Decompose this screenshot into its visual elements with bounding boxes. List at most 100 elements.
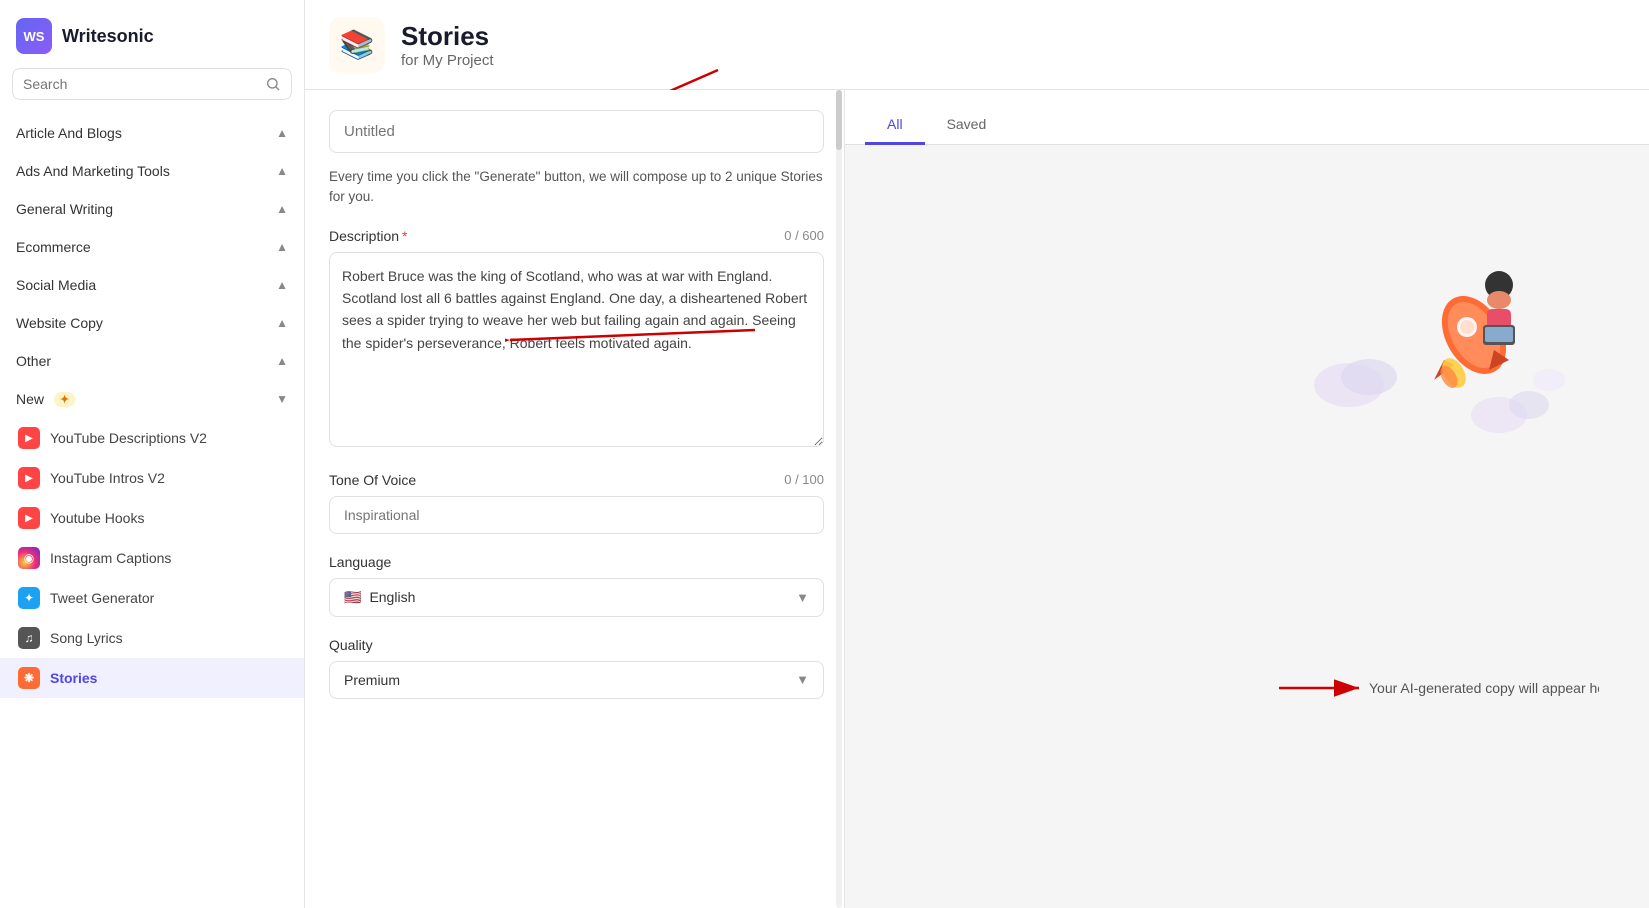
quality-label-row: Quality bbox=[329, 637, 824, 653]
nav-item-label: Stories bbox=[50, 670, 97, 686]
required-asterisk: * bbox=[402, 228, 407, 244]
tone-counter: 0 / 100 bbox=[784, 472, 824, 487]
category-label: Social Media bbox=[16, 277, 96, 293]
header-icon: 📚 bbox=[329, 17, 385, 73]
chevron-up-icon: ▲ bbox=[276, 278, 288, 292]
youtube-intros-icon: ▶ bbox=[18, 467, 40, 489]
chevron-up-icon: ▲ bbox=[276, 240, 288, 254]
language-field-group: Language 🇺🇸 English ▼ bbox=[329, 554, 824, 617]
search-input[interactable] bbox=[23, 76, 257, 92]
nav-item-label: YouTube Descriptions V2 bbox=[50, 430, 207, 446]
nav-item-label: Youtube Hooks bbox=[50, 510, 144, 526]
tabs-bar: All Saved bbox=[845, 90, 1649, 145]
language-select[interactable]: 🇺🇸 English ▼ bbox=[329, 578, 824, 617]
header-title-wrap: Stories for My Project bbox=[401, 21, 494, 69]
description-textarea[interactable]: Robert Bruce was the king of Scotland, w… bbox=[329, 252, 824, 447]
search-icon bbox=[265, 76, 281, 92]
main-area: 📚 Stories for My Project Every time you … bbox=[305, 0, 1649, 908]
sidebar: WS Writesonic Article And Blogs ▲ Ads An… bbox=[0, 0, 305, 908]
title-input[interactable] bbox=[329, 110, 824, 153]
rocket-illustration bbox=[1289, 205, 1569, 465]
category-label: Other bbox=[16, 353, 51, 369]
page-title: Stories bbox=[401, 21, 494, 52]
quality-field-group: Quality Premium ▼ bbox=[329, 637, 824, 699]
sidebar-item-general-writing[interactable]: General Writing ▲ bbox=[0, 190, 304, 228]
chevron-down-icon: ▼ bbox=[796, 672, 809, 687]
tab-all[interactable]: All bbox=[865, 106, 925, 145]
language-flag: 🇺🇸 bbox=[344, 589, 361, 606]
sidebar-item-stories[interactable]: ❋ Stories bbox=[0, 658, 304, 698]
category-label: Ads And Marketing Tools bbox=[16, 163, 170, 179]
song-lyrics-icon: ♫ bbox=[18, 627, 40, 649]
language-text: English bbox=[369, 589, 415, 605]
sidebar-item-new[interactable]: New ✦ ▼ bbox=[0, 380, 304, 418]
description-field-group: Description * 0 / 600 Rob bbox=[329, 228, 824, 452]
category-label: Ecommerce bbox=[16, 239, 91, 255]
description-label-row: Description * 0 / 600 bbox=[329, 228, 824, 244]
language-select-value: 🇺🇸 English bbox=[344, 589, 415, 606]
sidebar-item-article-blogs[interactable]: Article And Blogs ▲ bbox=[0, 114, 304, 152]
sidebar-item-song-lyrics[interactable]: ♫ Song Lyrics bbox=[0, 618, 304, 658]
category-label: Website Copy bbox=[16, 315, 103, 331]
chevron-up-icon: ▲ bbox=[276, 164, 288, 178]
language-label: Language bbox=[329, 554, 391, 570]
sidebar-item-other[interactable]: Other ▲ bbox=[0, 342, 304, 380]
twitter-icon: ✦ bbox=[18, 587, 40, 609]
logo-area: WS Writesonic bbox=[0, 0, 304, 68]
quality-select[interactable]: Premium ▼ bbox=[329, 661, 824, 699]
nav-item-label: YouTube Intros V2 bbox=[50, 470, 165, 486]
chevron-up-icon: ▲ bbox=[276, 316, 288, 330]
content-area: Every time you click the "Generate" butt… bbox=[305, 90, 1649, 908]
quality-label: Quality bbox=[329, 637, 373, 653]
results-area: Your AI-generated copy will appear here. bbox=[845, 145, 1649, 908]
scrollbar-track[interactable] bbox=[836, 90, 842, 908]
helper-text: Every time you click the "Generate" butt… bbox=[329, 167, 824, 208]
sidebar-item-youtube-hooks[interactable]: ▶ Youtube Hooks bbox=[0, 498, 304, 538]
app-logo-badge: WS bbox=[16, 18, 52, 54]
search-bar[interactable] bbox=[12, 68, 292, 100]
tone-field-group: Tone Of Voice 0 / 100 bbox=[329, 472, 824, 534]
chevron-up-icon: ▲ bbox=[276, 354, 288, 368]
sidebar-item-ads-marketing[interactable]: Ads And Marketing Tools ▲ bbox=[0, 152, 304, 190]
chevron-down-icon: ▼ bbox=[796, 590, 809, 605]
description-label: Description * bbox=[329, 228, 407, 244]
svg-text:Your AI-generated copy will ap: Your AI-generated copy will appear here. bbox=[1369, 680, 1599, 696]
category-label: General Writing bbox=[16, 201, 113, 217]
description-counter: 0 / 600 bbox=[784, 228, 824, 243]
scrollbar-thumb[interactable] bbox=[836, 90, 842, 150]
tone-label: Tone Of Voice bbox=[329, 472, 416, 488]
language-label-row: Language bbox=[329, 554, 824, 570]
tone-label-row: Tone Of Voice 0 / 100 bbox=[329, 472, 824, 488]
youtube-desc-icon: ▶ bbox=[18, 427, 40, 449]
instagram-icon: ◉ bbox=[18, 547, 40, 569]
category-label: Article And Blogs bbox=[16, 125, 122, 141]
tab-saved[interactable]: Saved bbox=[925, 106, 1009, 145]
right-panel: All Saved bbox=[845, 90, 1649, 908]
sidebar-item-social-media[interactable]: Social Media ▲ bbox=[0, 266, 304, 304]
app-name: Writesonic bbox=[62, 26, 154, 47]
nav-item-label: Tweet Generator bbox=[50, 590, 154, 606]
nav-item-label: Song Lyrics bbox=[50, 630, 123, 646]
sidebar-item-instagram-captions[interactable]: ◉ Instagram Captions bbox=[0, 538, 304, 578]
nav-item-label: Instagram Captions bbox=[50, 550, 171, 566]
sidebar-item-youtube-intros[interactable]: ▶ YouTube Intros V2 bbox=[0, 458, 304, 498]
youtube-hooks-icon: ▶ bbox=[18, 507, 40, 529]
sidebar-item-website-copy[interactable]: Website Copy ▲ bbox=[0, 304, 304, 342]
tone-input[interactable] bbox=[329, 496, 824, 534]
form-panel: Every time you click the "Generate" butt… bbox=[305, 90, 845, 908]
nav-categories: Article And Blogs ▲ Ads And Marketing To… bbox=[0, 112, 304, 700]
quality-text: Premium bbox=[344, 672, 400, 688]
page-header: 📚 Stories for My Project bbox=[305, 0, 1649, 90]
new-badge: ✦ bbox=[54, 392, 75, 407]
ai-copy-annotation: Your AI-generated copy will appear here. bbox=[1279, 668, 1599, 708]
page-subtitle: for My Project bbox=[401, 52, 494, 69]
stories-icon: ❋ bbox=[18, 667, 40, 689]
sidebar-item-ecommerce[interactable]: Ecommerce ▲ bbox=[0, 228, 304, 266]
quality-select-value: Premium bbox=[344, 672, 400, 688]
chevron-down-icon: ▼ bbox=[276, 392, 288, 406]
chevron-up-icon: ▲ bbox=[276, 202, 288, 216]
sidebar-item-tweet-generator[interactable]: ✦ Tweet Generator bbox=[0, 578, 304, 618]
sidebar-item-youtube-desc[interactable]: ▶ YouTube Descriptions V2 bbox=[0, 418, 304, 458]
category-label: New ✦ bbox=[16, 391, 75, 407]
chevron-up-icon: ▲ bbox=[276, 126, 288, 140]
